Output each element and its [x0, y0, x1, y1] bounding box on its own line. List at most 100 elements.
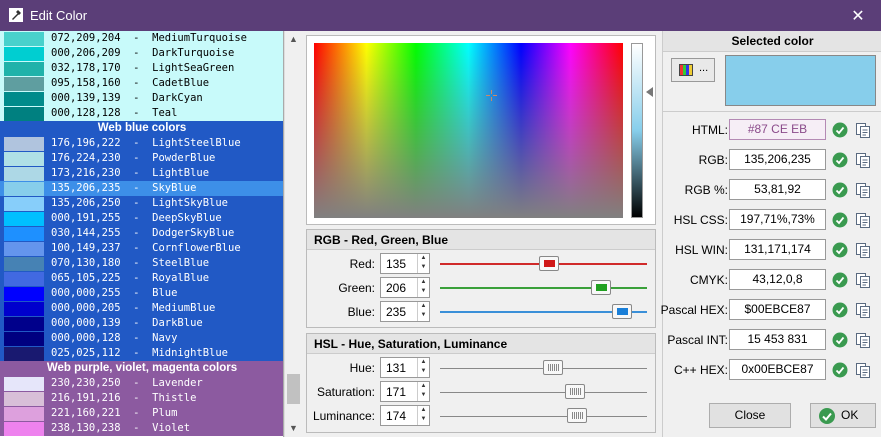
slider-thumb[interactable] [612, 304, 633, 319]
spinner-value: 206 [386, 281, 407, 295]
spinner-arrows-icon[interactable]: ▲ ▼ [417, 382, 429, 401]
apply-check-icon[interactable] [832, 122, 848, 138]
list-item[interactable]: 030,144,255 - DodgerSkyBlue [0, 226, 283, 241]
scroll-thumb[interactable] [287, 374, 300, 404]
spinner-value: 131 [386, 361, 407, 375]
color-list[interactable]: 072,209,204 - MediumTurquoise 000,206,209… [0, 31, 284, 437]
apply-check-icon[interactable] [832, 242, 848, 258]
copy-icon[interactable] [855, 152, 871, 168]
format-value-field[interactable]: 0x00EBCE87 [729, 359, 826, 380]
palette-button[interactable]: ... [671, 58, 715, 82]
list-item[interactable]: 135,206,250 - LightSkyBlue [0, 196, 283, 211]
list-item[interactable]: 000,000,139 - DarkBlue [0, 316, 283, 331]
list-item[interactable]: 000,000,128 - Navy [0, 331, 283, 346]
list-item[interactable]: 000,206,209 - DarkTurquoise [0, 46, 283, 61]
list-item[interactable]: 025,025,112 - MidnightBlue [0, 346, 283, 361]
format-value-field[interactable]: 53,81,92 [729, 179, 826, 200]
format-label: RGB %: [684, 183, 728, 197]
luminance-bar[interactable] [631, 43, 643, 218]
format-value-field[interactable]: 43,12,0,8 [729, 269, 826, 290]
format-value-field[interactable]: 135,206,235 [729, 149, 826, 170]
palette-button-label: ... [699, 62, 709, 74]
list-item[interactable]: 176,196,222 - LightSteelBlue [0, 136, 283, 151]
ok-check-icon [819, 408, 835, 424]
slider-track[interactable] [440, 392, 647, 393]
list-item[interactable]: 000,139,139 - DarkCyan [0, 91, 283, 106]
list-item[interactable]: 176,224,230 - PowderBlue [0, 151, 283, 166]
scroll-up-icon[interactable]: ▲ [285, 31, 302, 48]
color-entry-text: 030,144,255 - DodgerSkyBlue [51, 227, 235, 239]
color-picker-icon [9, 8, 23, 22]
list-item[interactable]: 221,160,221 - Plum [0, 406, 283, 421]
scroll-down-icon[interactable]: ▼ [285, 420, 302, 437]
list-item[interactable]: 100,149,237 - CornflowerBlue [0, 241, 283, 256]
ok-button[interactable]: OK [810, 403, 876, 428]
value-spinner[interactable]: 131 ▲ ▼ [380, 357, 430, 378]
apply-check-icon[interactable] [832, 332, 848, 348]
spinner-arrows-icon[interactable]: ▲ ▼ [417, 302, 429, 321]
list-item[interactable]: 230,230,250 - Lavender [0, 376, 283, 391]
close-button[interactable]: Close [709, 403, 791, 428]
color-entry-text: 000,128,128 - Teal [51, 107, 178, 119]
value-spinner[interactable]: 171 ▲ ▼ [380, 381, 430, 402]
value-spinner[interactable]: 135 ▲ ▼ [380, 253, 430, 274]
copy-icon[interactable] [855, 332, 871, 348]
copy-icon[interactable] [855, 362, 871, 378]
list-item[interactable]: 032,178,170 - LightSeaGreen [0, 61, 283, 76]
format-value-field[interactable]: 197,71%,73% [729, 209, 826, 230]
spinner-arrows-icon[interactable]: ▲ ▼ [417, 254, 429, 273]
slider-track[interactable] [440, 287, 647, 289]
copy-icon[interactable] [855, 212, 871, 228]
slider-thumb[interactable] [542, 360, 563, 375]
copy-icon[interactable] [855, 242, 871, 258]
list-item[interactable]: 000,000,205 - MediumBlue [0, 301, 283, 316]
value-spinner[interactable]: 174 ▲ ▼ [380, 405, 430, 426]
format-row: RGB %: 53,81,92 [663, 179, 881, 201]
slider-thumb[interactable] [565, 384, 586, 399]
copy-icon[interactable] [855, 182, 871, 198]
format-value-field[interactable]: 131,171,174 [729, 239, 826, 260]
format-value-field[interactable]: 15 453 831 [729, 329, 826, 350]
format-value-field[interactable]: $00EBCE87 [729, 299, 826, 320]
color-swatch [4, 422, 44, 436]
close-window-button[interactable]: ✕ [835, 0, 881, 31]
list-item[interactable]: 238,130,238 - Violet [0, 421, 283, 436]
color-swatch [4, 47, 44, 61]
list-item[interactable]: 065,105,225 - RoyalBlue [0, 271, 283, 286]
apply-check-icon[interactable] [832, 302, 848, 318]
list-item[interactable]: 216,191,216 - Thistle [0, 391, 283, 406]
color-swatch [4, 107, 44, 121]
slider-thumb[interactable] [591, 280, 612, 295]
slider-thumb[interactable] [538, 256, 559, 271]
slider-thumb[interactable] [567, 408, 588, 423]
color-list-scrollbar[interactable]: ▲ ▼ [284, 31, 301, 437]
color-entry-text: 000,191,255 - DeepSkyBlue [51, 212, 222, 224]
slider-track[interactable] [440, 416, 647, 417]
format-value-field[interactable]: #87 CE EB [729, 119, 826, 140]
list-item[interactable]: 095,158,160 - CadetBlue [0, 76, 283, 91]
spinner-arrows-icon[interactable]: ▲ ▼ [417, 406, 429, 425]
color-entry-text: 000,000,255 - Blue [51, 287, 178, 299]
list-item[interactable]: 000,000,255 - Blue [0, 286, 283, 301]
list-item-selected[interactable]: 135,206,235 - SkyBlue [0, 181, 283, 196]
list-item[interactable]: 000,191,255 - DeepSkyBlue [0, 211, 283, 226]
apply-check-icon[interactable] [832, 272, 848, 288]
spinner-arrows-icon[interactable]: ▲ ▼ [417, 358, 429, 377]
list-item[interactable]: 173,216,230 - LightBlue [0, 166, 283, 181]
value-spinner[interactable]: 235 ▲ ▼ [380, 301, 430, 322]
apply-check-icon[interactable] [832, 362, 848, 378]
value-spinner[interactable]: 206 ▲ ▼ [380, 277, 430, 298]
hue-saturation-field[interactable] [314, 43, 623, 218]
apply-check-icon[interactable] [832, 152, 848, 168]
slider-label: Blue: [347, 305, 375, 319]
copy-icon[interactable] [855, 122, 871, 138]
list-item[interactable]: 000,128,128 - Teal [0, 106, 283, 121]
apply-check-icon[interactable] [832, 212, 848, 228]
list-item[interactable]: 072,209,204 - MediumTurquoise [0, 31, 283, 46]
copy-icon[interactable] [855, 272, 871, 288]
luminance-marker-icon[interactable] [646, 87, 653, 97]
apply-check-icon[interactable] [832, 182, 848, 198]
list-item[interactable]: 070,130,180 - SteelBlue [0, 256, 283, 271]
spinner-arrows-icon[interactable]: ▲ ▼ [417, 278, 429, 297]
copy-icon[interactable] [855, 302, 871, 318]
